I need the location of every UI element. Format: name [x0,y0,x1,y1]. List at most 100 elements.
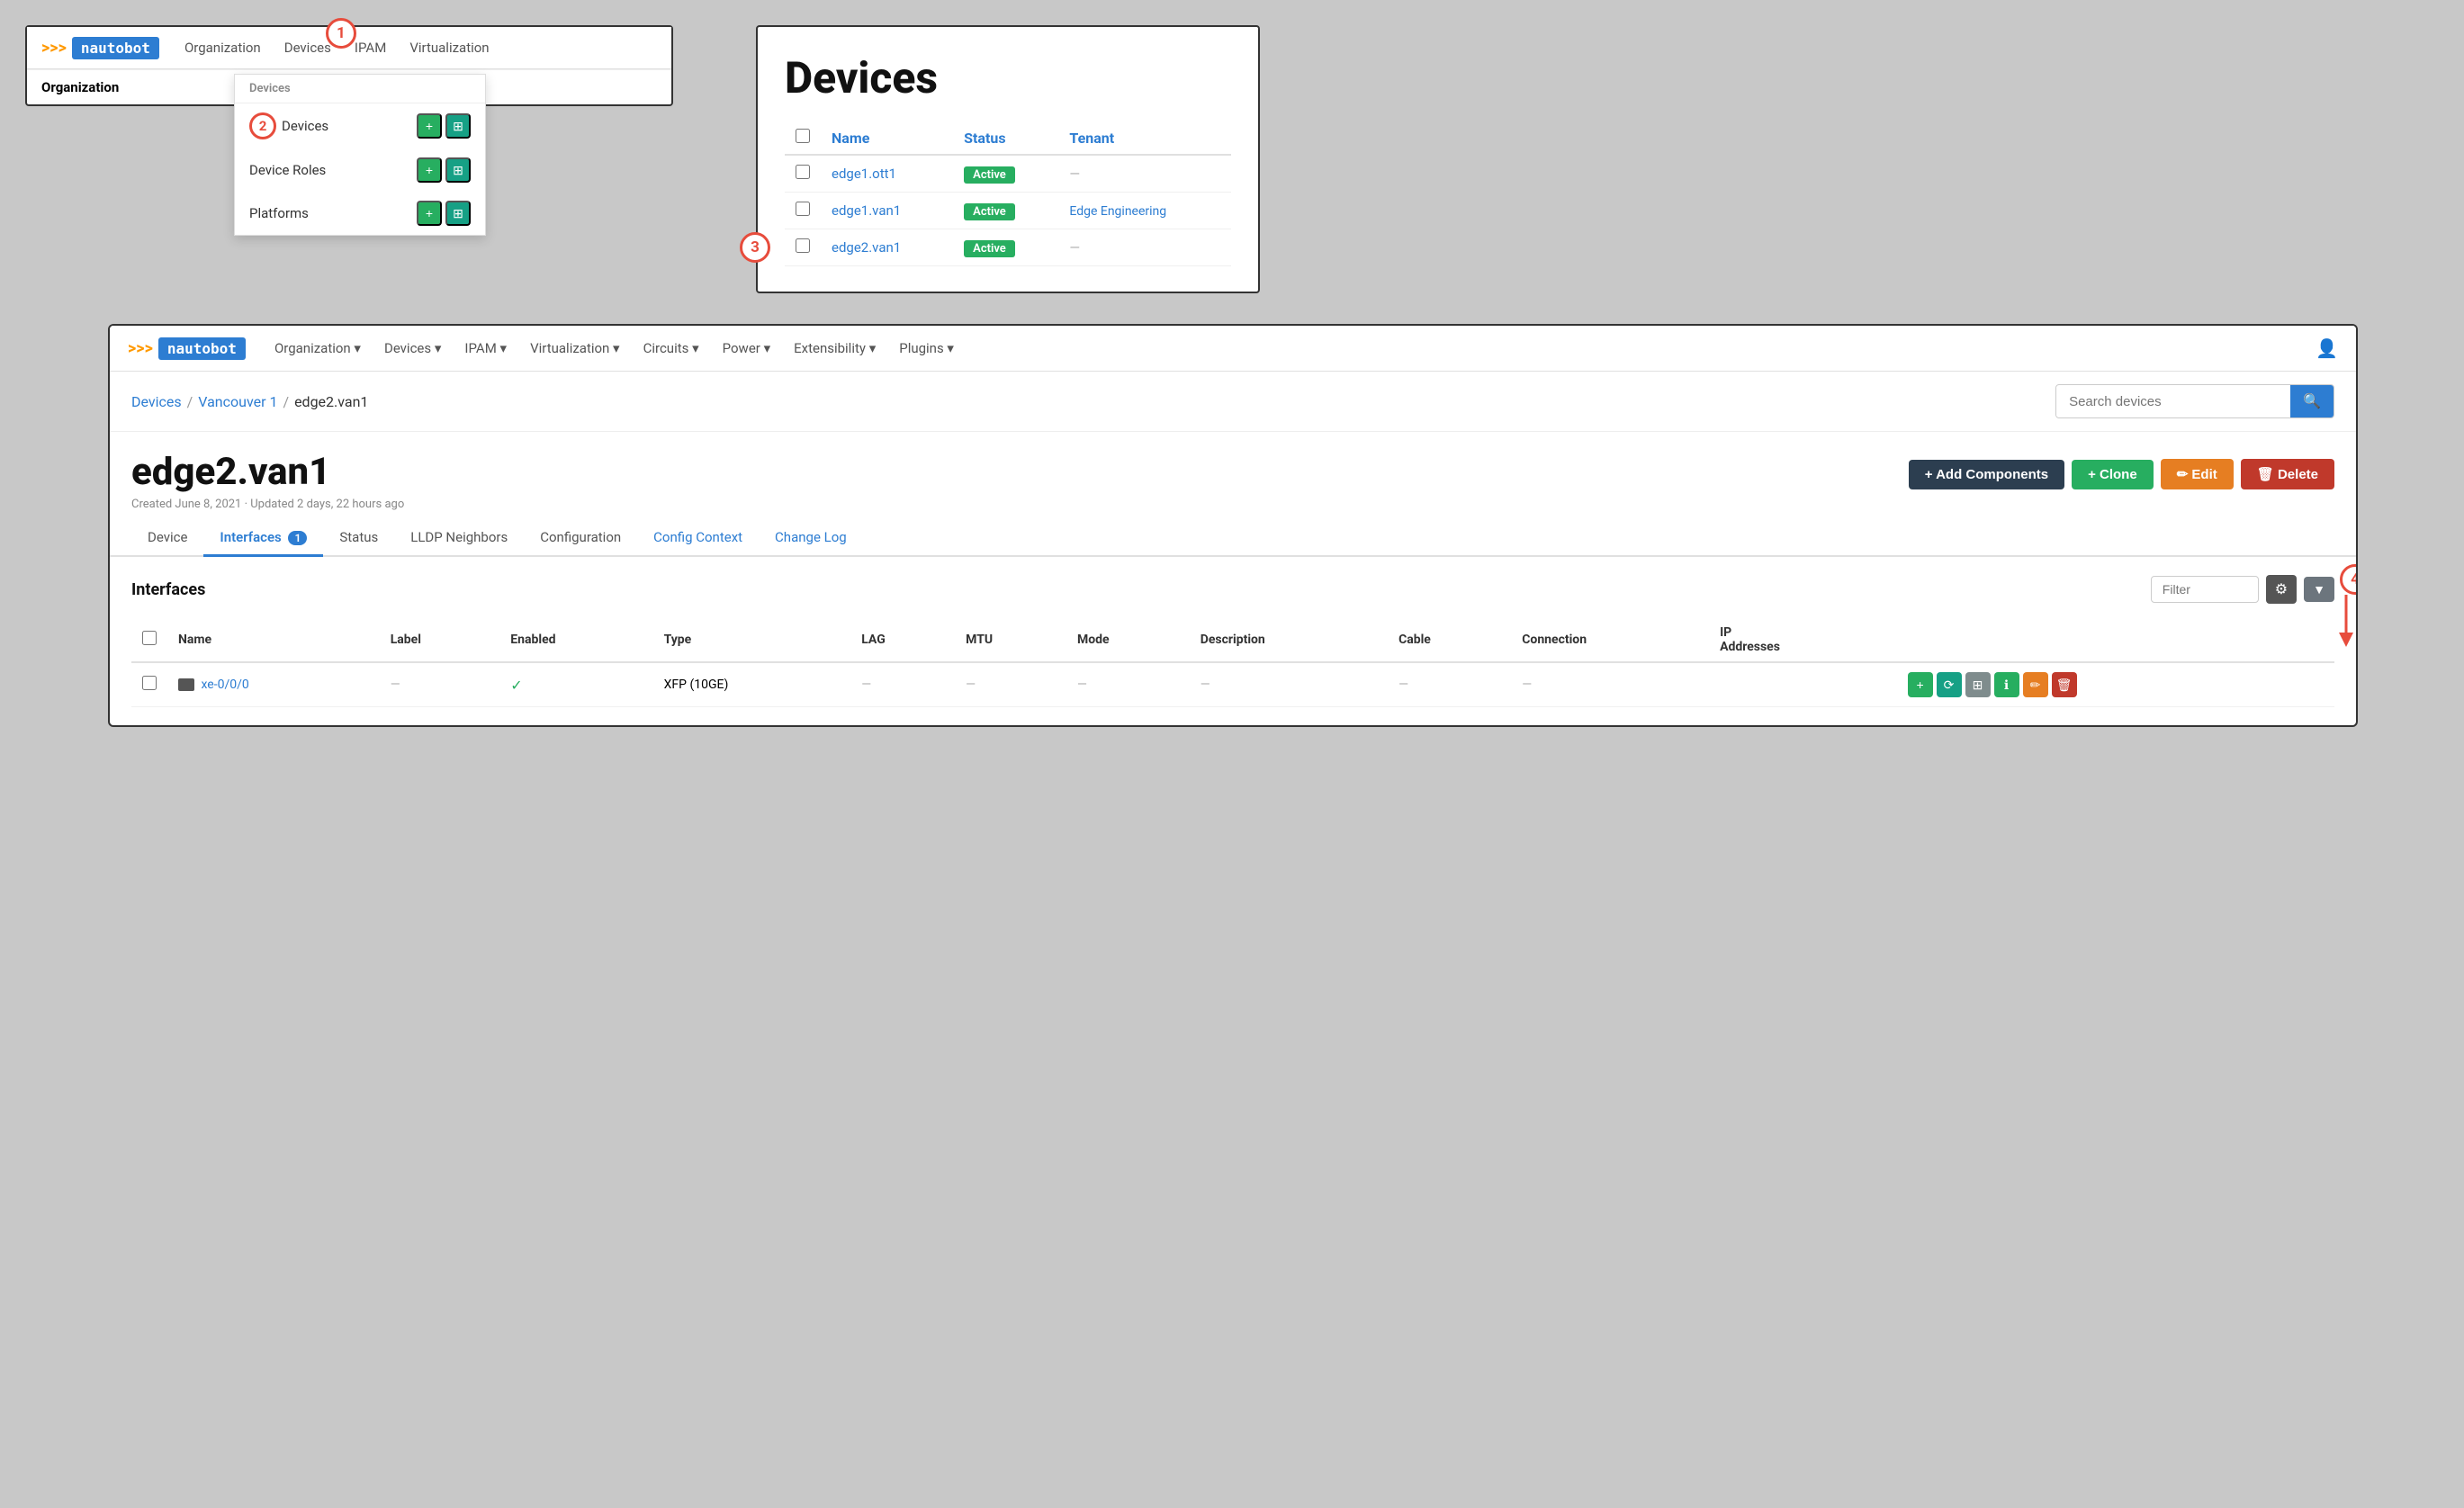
col-enabled: Enabled [499,618,652,662]
device-link[interactable]: edge1.van1 [832,202,901,219]
dropdown-item-platforms[interactable]: Platforms + ⊞ [235,192,485,235]
more-button[interactable]: ▼ [2304,577,2334,602]
nav-organization[interactable]: Organization [177,36,268,59]
edit-row-btn[interactable]: ✏ [2023,672,2048,697]
col-actions [1897,618,2334,662]
bulk-platforms-btn[interactable]: ⊞ [445,201,471,226]
enabled-check-icon: ✓ [510,677,522,694]
tab-config-context[interactable]: Config Context [637,520,759,557]
interfaces-table: Name Label Enabled Type LAG MTU Mode Des… [131,618,2334,707]
breadcrumb: Devices / Vancouver 1 / edge2.van1 [131,393,368,410]
device-name: edge2.van1 [131,450,404,494]
tab-device[interactable]: Device [131,520,203,557]
row-checkbox[interactable] [796,238,810,253]
app-nav-devices[interactable]: Devices ▾ [375,335,450,362]
device-link[interactable]: edge1.ott1 [832,166,896,182]
top-navbar: >>> nautobot Organization Devices 1 IPAM… [27,27,671,69]
iface-cable: — [1398,678,1408,692]
table-row: edge1.van1 Active Edge Engineering [785,193,1231,229]
iface-name-cell: xe-0/0/0 [167,662,380,707]
gear-button[interactable]: ⚙ [2266,575,2297,604]
dropdown-device-roles-label: Device Roles [249,162,326,178]
tenant-cell: — [1058,155,1231,193]
app-nav-ipam[interactable]: IPAM ▾ [455,335,516,362]
tab-status[interactable]: Status [323,520,394,557]
row-checkbox-cell [785,193,821,229]
delete-row-btn[interactable]: 🗑 [2052,672,2077,697]
row-checkbox-cell [785,155,821,193]
step-1-circle: 1 [326,18,356,49]
logo-text: nautobot [72,37,159,59]
nav-virtualization[interactable]: Virtualization [402,36,496,59]
interfaces-controls: ⚙ ▼ 4 [2151,575,2334,604]
row-checkbox[interactable] [796,202,810,216]
interfaces-title: Interfaces [131,580,205,599]
app-nav-power[interactable]: Power ▾ [714,335,779,362]
tenant-cell: Edge Engineering [1058,193,1231,229]
tenant-link[interactable]: Edge Engineering [1069,204,1166,219]
add-row-btn[interactable]: + [1908,672,1933,697]
dropdown-devices-label: Devices [282,118,328,134]
iface-mtu: — [966,678,976,692]
select-all-checkbox[interactable] [796,129,810,143]
tab-change-log[interactable]: Change Log [759,520,863,557]
iface-lag-cell: — [850,662,955,707]
app-nav-organization[interactable]: Organization ▾ [265,335,370,362]
app-logo-arrows-icon: >>> [128,339,153,358]
status-cell: Active [953,229,1058,266]
tab-interfaces[interactable]: Interfaces 1 [203,520,323,557]
tabs-bar: Device Interfaces 1 Status LLDP Neighbor… [110,520,2356,557]
status-cell: Active [953,155,1058,193]
tab-lldp-neighbors[interactable]: LLDP Neighbors [394,520,524,557]
app-nav-extensibility[interactable]: Extensibility ▾ [785,335,885,362]
breadcrumb-sep2: / [283,393,289,410]
iface-enabled-cell: ✓ [499,662,652,707]
sync-row-btn[interactable]: ⟳ [1937,672,1962,697]
bulk-devices-btn[interactable]: ⊞ [445,113,471,139]
bulk-roles-btn[interactable]: ⊞ [445,157,471,183]
filter-input[interactable] [2151,576,2259,603]
dropdown-item-device-roles[interactable]: Device Roles + ⊞ [235,148,485,192]
app-nav-plugins[interactable]: Plugins ▾ [890,335,963,362]
delete-button[interactable]: 🗑 Delete [2241,459,2334,489]
col-connection: Connection [1511,618,1709,662]
user-icon[interactable]: 👤 [2316,337,2338,359]
info-row-btn[interactable]: ℹ [1994,672,2019,697]
top-right-panel: Devices Name Status Tenant edge1.ott1 Ac… [756,25,1260,293]
row-actions-cell: + ⟳ ⊞ ℹ ✏ 🗑 [1897,662,2334,707]
iface-connection: — [1522,678,1532,692]
table-row: xe-0/0/0 — ✓ XFP (10GE) — — — — — — + [131,662,2334,707]
step-4-circle: 4 [2340,564,2358,595]
tenant-cell: — [1058,229,1231,266]
search-input[interactable] [2056,387,2290,417]
clone-button[interactable]: + Clone [2072,460,2154,489]
app-nav-virtualization[interactable]: Virtualization ▾ [521,335,629,362]
breadcrumb-vancouver[interactable]: Vancouver 1 [198,393,277,410]
app-nav-circuits[interactable]: Circuits ▾ [634,335,708,362]
tab-configuration[interactable]: Configuration [524,520,637,557]
dropdown-item-devices[interactable]: 2 Devices + ⊞ [235,103,485,148]
edit-button[interactable]: ✏ Edit [2161,459,2234,489]
breadcrumb-devices[interactable]: Devices [131,393,182,410]
interface-name-link[interactable]: xe-0/0/0 [201,678,248,692]
add-components-button[interactable]: + Add Components [1909,460,2064,489]
iface-desc-cell: — [1190,662,1388,707]
add-devices-btn[interactable]: + [417,113,442,139]
row-checkbox[interactable] [796,165,810,179]
tenant-dash: — [1069,239,1080,256]
app-logo: >>> nautobot [128,337,246,360]
add-roles-btn[interactable]: + [417,157,442,183]
logo: >>> nautobot [41,37,159,59]
dropdown-platforms-label: Platforms [249,205,309,221]
iface-mode: — [1077,678,1087,692]
search-button[interactable]: 🔍 [2290,385,2334,417]
row-checkbox[interactable] [142,676,157,690]
connect-row-btn[interactable]: ⊞ [1965,672,1991,697]
add-platforms-btn[interactable]: + [417,201,442,226]
iface-ip-cell [1709,662,1896,707]
device-link[interactable]: edge2.van1 [832,239,901,256]
dropdown-devices-icons: + ⊞ [417,113,471,139]
table-row: 3 edge2.van1 Active — [785,229,1231,266]
select-all-interfaces-checkbox[interactable] [142,631,157,645]
col-status: Status [953,121,1058,155]
